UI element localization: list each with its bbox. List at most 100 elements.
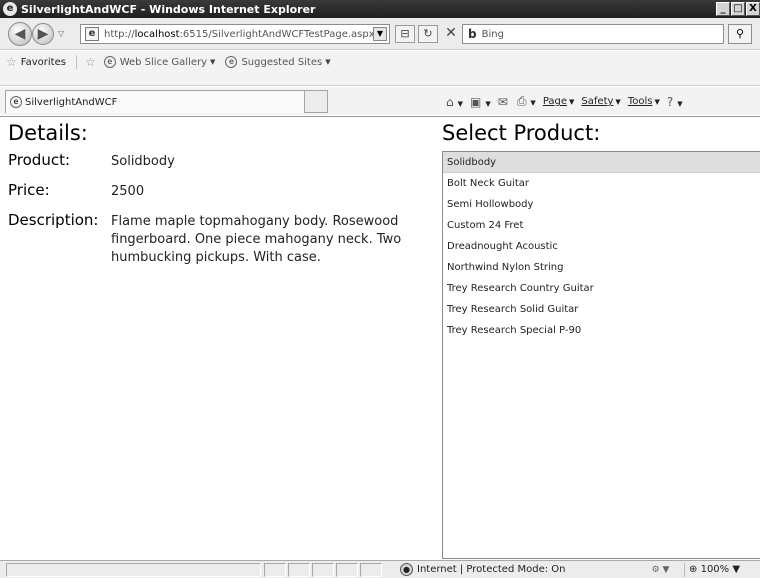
address-url[interactable]: http://localhost:6515/SilverlightAndWCFT…	[104, 29, 375, 40]
search-box[interactable]: b Bing	[462, 24, 724, 44]
list-item[interactable]: Semi Hollowbody	[443, 194, 760, 215]
compatibility-view-button[interactable]: ⊟	[395, 25, 415, 43]
select-product-heading: Select Product:	[442, 121, 601, 145]
suggested-sites-link[interactable]: Suggested Sites	[241, 57, 322, 68]
web-slice-icon: e	[103, 56, 116, 68]
feeds-dropdown-icon: ▼	[485, 99, 491, 108]
stop-icon: ✕	[445, 25, 457, 41]
zoom-icon: ⊕	[689, 564, 698, 575]
safety-menu[interactable]: Safety ▼	[581, 96, 620, 107]
price-value: 2500	[111, 184, 145, 199]
list-item[interactable]: Dreadnought Acoustic	[443, 236, 760, 257]
safety-dropdown-icon: ▼	[615, 98, 621, 106]
url-host: localhost	[134, 28, 180, 40]
list-item[interactable]: Custom 24 Fret	[443, 215, 760, 236]
url-path: :6515/SilverlightAndWCFTestPage.aspx	[179, 28, 375, 40]
tab-row: e SilverlightAndWCF ⌂ ▼ ▣ ▼ ✉ ⎙ ▼ Page ▼ Saf…	[0, 87, 760, 115]
favorites-star-icon[interactable]: ☆	[6, 55, 17, 69]
refresh-button[interactable]: ↻	[418, 25, 438, 43]
change-status-bar-button[interactable]: ⚙ ▼	[643, 563, 678, 577]
print-button[interactable]: ⎙ ▼	[517, 94, 536, 109]
home-button[interactable]: ⌂ ▼	[446, 95, 463, 109]
close-button[interactable]: X	[746, 2, 760, 16]
favorites-row: ☆ Favorites ☆ e Web Slice Gallery ▼ e Su…	[6, 53, 341, 71]
address-dropdown-button[interactable]: ▼	[373, 27, 387, 41]
home-dropdown-icon: ▼	[457, 99, 464, 108]
favorites-button[interactable]: Favorites	[21, 57, 66, 68]
product-row: Product: Solidbody	[8, 151, 428, 171]
forward-button[interactable]: ▶	[32, 23, 54, 45]
feeds-button[interactable]: ▣ ▼	[470, 95, 491, 109]
list-item[interactable]: Trey Research Special P-90	[443, 320, 760, 341]
list-item[interactable]: Bolt Neck Guitar	[443, 173, 760, 194]
zone-text: Internet | Protected Mode: On	[417, 564, 566, 575]
list-item[interactable]: Trey Research Solid Guitar	[443, 299, 760, 320]
tools-dropdown-icon: ▼	[654, 98, 660, 106]
description-row: Description: Flame maple topmahogany bod…	[8, 211, 428, 267]
silverlight-content: Details: Product: Solidbody Price: 2500 …	[0, 116, 760, 559]
tools-menu[interactable]: Tools ▼	[628, 96, 660, 107]
compatibility-icon: ⊟	[400, 27, 410, 40]
product-listbox[interactable]: Solidbody Bolt Neck Guitar Semi Hollowbo…	[442, 151, 760, 559]
print-dropdown-icon: ▼	[530, 99, 536, 107]
page-favicon-icon: e	[85, 27, 99, 41]
search-button[interactable]: ⚲	[728, 24, 752, 44]
tools-status-icon: ⚙ ▼	[651, 565, 670, 575]
list-item[interactable]: Solidbody	[443, 152, 760, 173]
command-bar: ⌂ ▼ ▣ ▼ ✉ ⎙ ▼ Page ▼ Safety ▼ Tools ▼ ? ▼	[446, 94, 690, 109]
address-bar[interactable]: e http://localhost:6515/SilverlightAndWC…	[80, 24, 390, 44]
tools-menu-label: Tools	[627, 96, 653, 107]
list-item[interactable]: Trey Research Country Guitar	[443, 278, 760, 299]
zoom-value: 100%	[700, 564, 730, 575]
zoom-level-button[interactable]: ⊕ 100% ▼	[684, 563, 760, 577]
window-controls: _ □ X	[715, 2, 760, 16]
minimize-button[interactable]: _	[716, 2, 730, 16]
ie-app-icon: e	[3, 2, 17, 16]
refresh-icon: ↻	[423, 27, 433, 40]
product-label: Product:	[8, 151, 71, 169]
status-cell	[288, 563, 310, 577]
suggested-sites-icon: e	[225, 56, 238, 68]
recent-pages-dropdown-icon[interactable]: ▽	[58, 29, 64, 38]
window-title: SilverlightAndWCF - Windows Internet Exp…	[21, 2, 316, 16]
product-value: Solidbody	[111, 154, 175, 169]
status-cell	[312, 563, 334, 577]
price-row: Price: 2500	[8, 181, 428, 201]
tab-silverlightandwcf[interactable]: e SilverlightAndWCF	[5, 90, 328, 113]
forward-arrow-icon: ▶	[37, 26, 49, 42]
list-item[interactable]: Northwind Nylon String	[443, 257, 760, 278]
help-icon: ?	[666, 94, 674, 109]
window-title-bar: e SilverlightAndWCF - Windows Internet E…	[0, 0, 760, 18]
product-selector-panel: Select Product: Solidbody Bolt Neck Guit…	[442, 121, 760, 559]
rss-feed-icon: ▣	[470, 94, 482, 109]
description-label: Description:	[8, 211, 99, 229]
details-panel: Details: Product: Solidbody Price: 2500 …	[8, 121, 428, 267]
maximize-button[interactable]: □	[731, 2, 745, 16]
status-cell	[264, 563, 286, 577]
tab-favicon-icon: e	[10, 96, 22, 108]
web-slice-gallery-link[interactable]: Web Slice Gallery	[120, 57, 207, 68]
help-menu[interactable]: ? ▼	[667, 95, 683, 109]
magnifier-icon: ⚲	[735, 27, 745, 40]
stop-button[interactable]: ✕	[441, 25, 461, 43]
add-to-favorites-icon[interactable]: ☆	[85, 55, 96, 69]
status-cell	[336, 563, 358, 577]
back-button[interactable]: ◀	[8, 22, 32, 46]
zoom-dropdown-icon: ▼	[732, 564, 741, 575]
details-heading: Details:	[8, 121, 88, 145]
search-placeholder: Bing	[481, 28, 504, 40]
favorites-bar: ☆ Favorites ☆ e Web Slice Gallery ▼ e Su…	[0, 51, 760, 86]
bing-logo-icon: b	[468, 27, 477, 41]
suggested-sites-dropdown-icon[interactable]: ▼	[325, 58, 330, 66]
new-tab-button[interactable]	[304, 90, 328, 113]
page-menu[interactable]: Page ▼	[543, 96, 575, 107]
printer-icon: ⎙	[516, 94, 527, 108]
security-zone[interactable]: ● Internet | Protected Mode: On	[400, 563, 565, 576]
read-mail-button[interactable]: ✉	[498, 95, 510, 109]
web-slice-dropdown-icon[interactable]: ▼	[210, 58, 215, 66]
help-dropdown-icon: ▼	[677, 99, 683, 108]
price-label: Price:	[8, 181, 50, 199]
page-dropdown-icon: ▼	[569, 98, 575, 106]
tab-label: SilverlightAndWCF	[25, 96, 118, 108]
mail-icon: ✉	[497, 94, 508, 109]
